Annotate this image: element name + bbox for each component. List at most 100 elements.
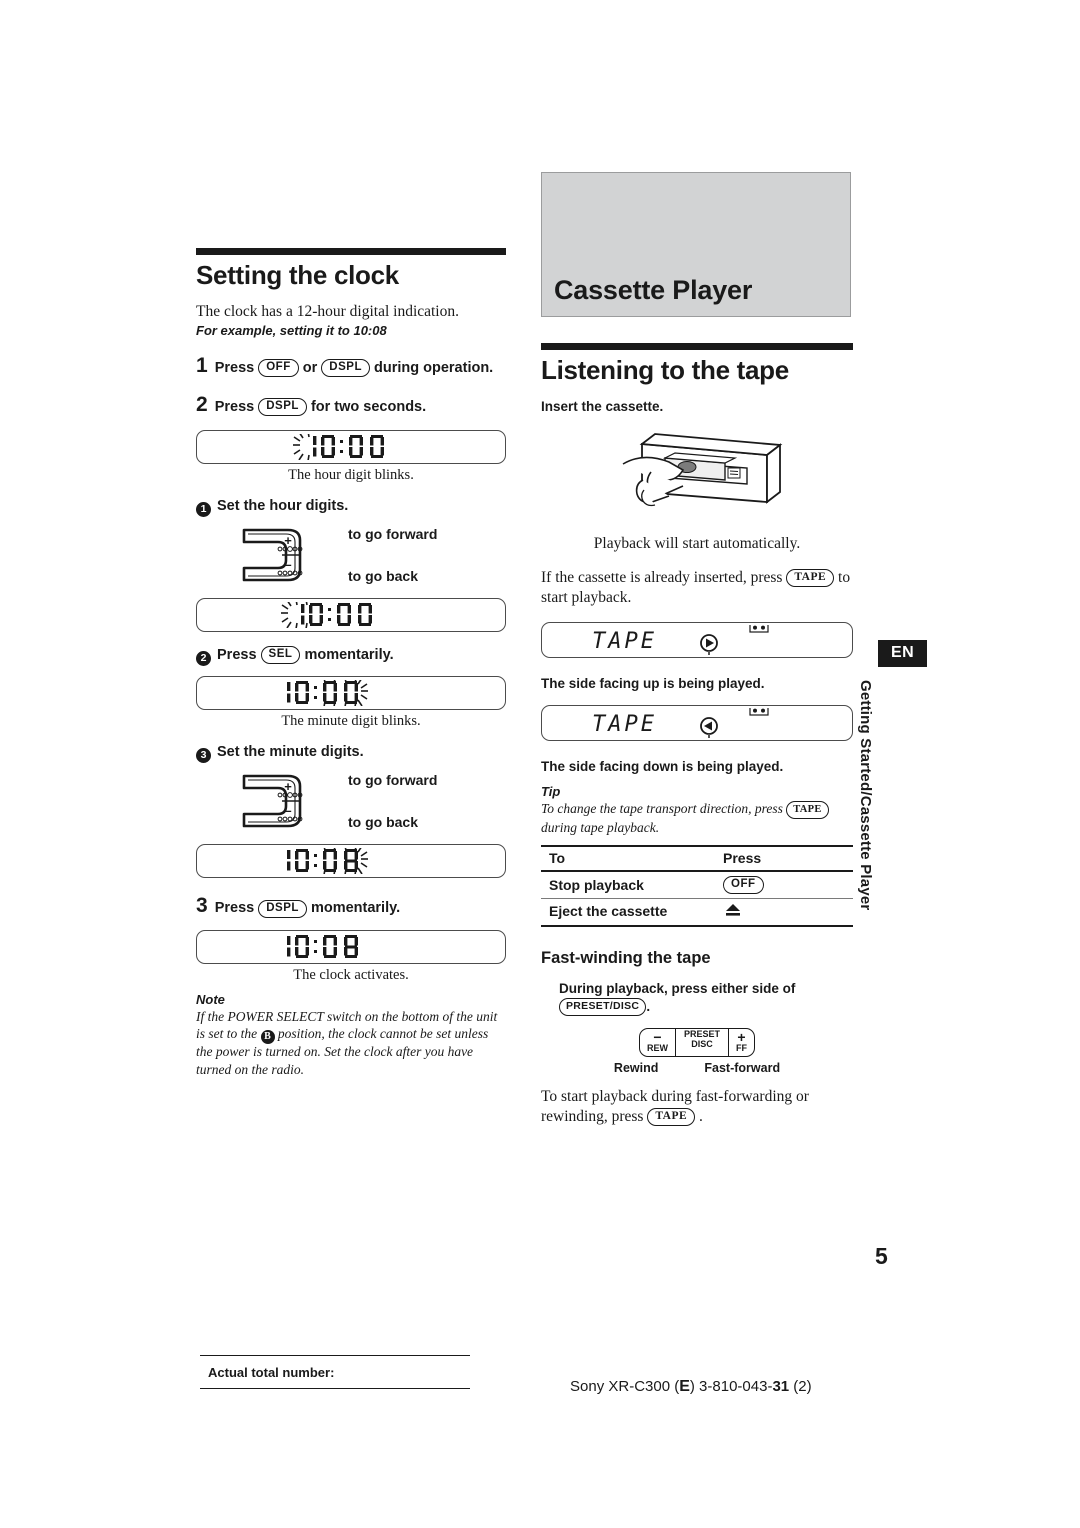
substep-2-text: Press SEL momentarily. (217, 646, 394, 665)
button-dspl[interactable]: DSPL (258, 398, 307, 417)
fast-winding-instruction: During playback, press either side of PR… (559, 980, 853, 1017)
table-header-row: To Press (541, 845, 853, 873)
operations-table: To Press Stop playback OFF Eject the cas… (541, 845, 853, 927)
button-sel[interactable]: SEL (260, 646, 301, 665)
lcd-display-tape-forward: TAPE (541, 622, 853, 659)
tip-heading: Tip (541, 784, 561, 800)
table-row: Eject the cassette (541, 898, 853, 927)
button-dspl[interactable]: DSPL (258, 899, 307, 918)
svg-text:+: + (284, 779, 292, 794)
footer-model-mid: ) 3-810-043- (689, 1378, 773, 1395)
substep-2-text-before: Press (217, 647, 257, 664)
step-1-text-mid: or (302, 360, 318, 377)
footer-revision: (2) (793, 1378, 812, 1395)
already-inserted-text: If the cassette is already inserted, pre… (541, 568, 853, 608)
svg-text:–: – (284, 803, 291, 818)
preset-disc-minus-sign: − (653, 1029, 662, 1046)
lcd-tape-forward-segments: TAPE (592, 625, 769, 656)
rocker-back-label: to go back (348, 568, 419, 585)
lcd-tape-reverse-segments: TAPE (592, 708, 769, 739)
button-tape[interactable]: TAPE (647, 1108, 696, 1127)
button-tape[interactable]: TAPE (786, 800, 829, 819)
language-tab-en: EN (878, 640, 928, 667)
substep-set-minute-digits: 3 Set the minute digits. (196, 744, 506, 764)
fast-winding-title: Fast-winding the tape (541, 948, 711, 967)
preset-disc-center: PRESET DISC (674, 1029, 729, 1056)
substep-marker-3: 3 (196, 748, 211, 764)
right-column: Cassette Player Listening to the tape In… (541, 172, 853, 1127)
substep-3-text: Set the minute digits. (217, 744, 364, 761)
lcd-display-hour-set (196, 598, 506, 633)
substep-2-text-after: momentarily. (304, 647, 394, 664)
already-inserted-before: If the cassette is already inserted, pre… (541, 568, 783, 586)
insert-cassette-illustration (622, 432, 783, 506)
button-tape[interactable]: TAPE (786, 569, 835, 588)
preset-disc-rew-side[interactable]: − REW (640, 1029, 675, 1055)
step-2-number: 2 (196, 393, 208, 417)
seek-rocker-icon[interactable]: + – (238, 770, 334, 832)
lcd-display-hour-blink (196, 430, 506, 465)
step-3-text: Press DSPL momentarily. (214, 899, 400, 918)
step-1-text-before: Press (214, 360, 255, 377)
step-1-text-after: during operation. (374, 360, 494, 377)
clock-example-text: For example, setting it to 10:08 (196, 323, 387, 339)
fast-winding-instruction-after: . (646, 998, 651, 1014)
chapter-header-box: Cassette Player (541, 172, 851, 317)
rocker-back-label: to go back (348, 814, 419, 831)
step-3-text-before: Press (214, 900, 255, 917)
button-dspl[interactable]: DSPL (321, 359, 370, 378)
substep-marker-2: 2 (196, 651, 211, 667)
fast-forward-label: Fast-forward (704, 1060, 781, 1075)
table-header-press: Press (715, 845, 853, 873)
button-off[interactable]: OFF (723, 875, 764, 894)
step-1-text: Press OFF or DSPL during operation. (214, 359, 494, 378)
lcd-caption-hour-blinks: The hour digit blinks. (288, 467, 414, 484)
note-block: Note If the POWER SELECT switch on the b… (196, 992, 506, 1079)
tip-text-before: To change the tape transport direction, … (541, 801, 783, 817)
footer-brand: Sony XR-C300 ( (570, 1378, 680, 1395)
table-cell-action: Stop playback (541, 871, 715, 899)
table-cell-action: Eject the cassette (541, 898, 715, 927)
tip-block: Tip To change the tape transport directi… (541, 784, 853, 836)
footer-rule-bottom (200, 1388, 470, 1389)
lcd-segments (287, 848, 368, 875)
fast-winding-instruction-before: During playback, press either side of (559, 980, 796, 996)
preset-disc-rocker[interactable]: − REW PRESET DISC + FF (638, 1028, 755, 1057)
section-rule (196, 248, 506, 255)
button-off[interactable]: OFF (258, 359, 299, 378)
footer-region-mark: E (679, 1378, 690, 1395)
chapter-title: Cassette Player (554, 275, 753, 305)
power-select-b-marker: B (260, 1030, 275, 1045)
left-column: Setting the clock The clock has a 12-hou… (196, 248, 506, 1078)
lcd-caption-minute-blinks: The minute digit blinks. (281, 713, 421, 730)
step-1-number: 1 (196, 354, 208, 378)
lcd-display-minute-blink (196, 676, 506, 711)
substep-marker-1: 1 (196, 502, 211, 518)
lcd-segments (281, 602, 372, 629)
clock-intro-text: The clock has a 12-hour digital indicati… (196, 302, 459, 320)
preset-disc-ff-label: FF (736, 1043, 747, 1054)
seek-rocker-icon[interactable]: + – (238, 524, 334, 586)
eject-icon[interactable] (723, 902, 743, 918)
preset-disc-ff-side[interactable]: + FF (729, 1029, 754, 1055)
button-preset-disc[interactable]: PRESET/DISC (559, 998, 647, 1017)
svg-text:–: – (284, 557, 291, 572)
tip-text-after: during tape playback. (541, 819, 660, 835)
page-number: 5 (875, 1243, 888, 1269)
table-cell-press: OFF (715, 871, 853, 899)
svg-text:TAPE: TAPE (592, 712, 657, 737)
lcd-segments (287, 934, 358, 958)
lcd-display-tape-reverse: TAPE (541, 705, 853, 742)
step-2-text-after: for two seconds. (310, 399, 427, 416)
table-row: Stop playback OFF (541, 871, 853, 899)
auto-playback-text: Playback will start automatically. (593, 534, 801, 552)
table-header-to: To (541, 845, 715, 873)
substep-1-text: Set the hour digits. (217, 498, 349, 515)
section-title-listening-to-the-tape: Listening to the tape (541, 355, 789, 385)
table-cell-press (715, 898, 853, 927)
footer-model-bold: 31 (772, 1378, 790, 1395)
section-rule (541, 343, 853, 350)
substep-press-sel: 2 Press SEL momentarily. (196, 646, 506, 667)
rewind-label: Rewind (613, 1060, 659, 1075)
tape-reverse-caption: The side facing down is being played. (541, 759, 784, 775)
